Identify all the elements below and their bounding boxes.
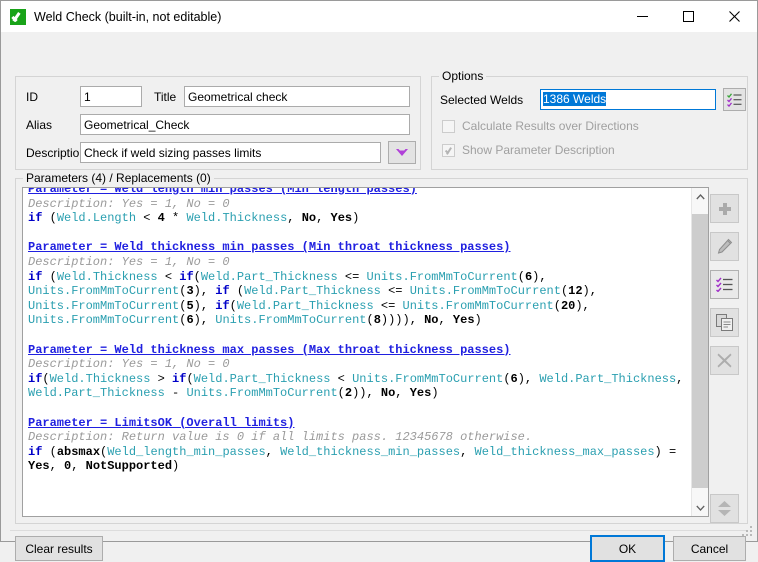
info-group: ID Title Alias Description (15, 76, 421, 170)
show-parameter-description-checkbox[interactable]: Show Parameter Description (442, 143, 615, 157)
code-line-expression: if (absmax(Weld_length_min_passes, Weld_… (28, 445, 687, 474)
options-group: Options Selected Welds 1386 Welds Calcul… (431, 76, 748, 170)
window-title: Weld Check (built-in, not editable) (34, 10, 619, 24)
pencil-icon (716, 238, 733, 255)
plus-icon (717, 201, 733, 217)
code-line-expression: if (Weld.Thickness < if(Weld.Part_Thickn… (28, 270, 687, 328)
code-line-description: Description: Yes = 1, No = 0 (28, 255, 687, 270)
maximize-button[interactable] (665, 1, 711, 32)
parameters-legend: Parameters (4) / Replacements (0) (23, 171, 214, 185)
show-parameter-description-label: Show Parameter Description (462, 143, 615, 157)
code-line-blank (28, 328, 687, 343)
select-list-icon (727, 93, 742, 107)
clear-results-button[interactable]: Clear results (15, 536, 103, 561)
scroll-up-button[interactable] (692, 188, 709, 205)
reorder-button[interactable] (710, 494, 739, 523)
chevron-up-icon (696, 194, 705, 200)
description-expand-button[interactable] (388, 141, 416, 164)
title-label: Title (154, 90, 176, 104)
green-check-icon (10, 9, 26, 25)
alias-label: Alias (26, 118, 52, 132)
checkbox-box (442, 144, 455, 157)
chevron-down-icon (395, 148, 409, 158)
delete-button[interactable] (710, 346, 739, 375)
dialog-body: ID Title Alias Description Options Selec… (1, 32, 757, 541)
id-label: ID (26, 90, 38, 104)
scroll-down-button[interactable] (692, 499, 709, 516)
code-line-description: Description: Return value is 0 if all li… (28, 430, 687, 445)
parameters-code-view[interactable]: Parameter = Weld length min passes (Min … (22, 187, 709, 517)
resize-grip[interactable] (742, 526, 754, 538)
ok-button[interactable]: OK (590, 535, 665, 562)
checkbox-box (442, 120, 455, 133)
copy-button[interactable] (710, 308, 739, 337)
code-line-parameter: Parameter = Weld thickness max passes (M… (28, 343, 687, 358)
list-button[interactable] (710, 270, 739, 299)
code-line-parameter: Parameter = Weld thickness min passes (M… (28, 240, 687, 255)
title-input[interactable] (184, 86, 410, 107)
minimize-button[interactable] (619, 1, 665, 32)
selected-welds-label: Selected Welds (440, 93, 523, 107)
select-welds-button[interactable] (723, 88, 746, 111)
description-input[interactable] (80, 142, 381, 163)
code-line-blank (28, 401, 687, 416)
add-button[interactable] (710, 194, 739, 223)
selected-welds-input[interactable]: 1386 Welds (540, 89, 716, 110)
title-bar: Weld Check (built-in, not editable) (1, 1, 757, 32)
code-line-description: Description: Yes = 1, No = 0 (28, 197, 687, 212)
footer-separator (10, 530, 748, 531)
options-legend: Options (439, 69, 486, 83)
calculate-over-directions-label: Calculate Results over Directions (462, 119, 639, 133)
close-button[interactable] (711, 1, 757, 32)
id-input[interactable] (80, 86, 142, 107)
up-down-arrows-icon (716, 500, 733, 517)
scrollbar-thumb[interactable] (692, 214, 709, 488)
code-vertical-scrollbar[interactable] (691, 188, 708, 516)
copy-icon (716, 314, 733, 331)
close-x-icon (717, 353, 732, 368)
weld-check-dialog: Weld Check (built-in, not editable) ID T… (0, 0, 758, 542)
calculate-over-directions-checkbox[interactable]: Calculate Results over Directions (442, 119, 639, 133)
code-line-description: Description: Yes = 1, No = 0 (28, 357, 687, 372)
list-icon (716, 277, 733, 292)
selected-welds-value: 1386 Welds (543, 92, 606, 106)
alias-input[interactable] (80, 114, 410, 135)
code-line-parameter: Parameter = Weld length min passes (Min … (28, 187, 687, 197)
code-line-expression: if(Weld.Thickness > if(Weld.Part_Thickne… (28, 372, 687, 401)
code-line-expression: if (Weld.Length < 4 * Weld.Thickness, No… (28, 211, 687, 226)
cancel-button[interactable]: Cancel (673, 536, 746, 561)
description-label: Description (26, 146, 86, 160)
code-text: Parameter = Weld length min passes (Min … (23, 187, 691, 476)
chevron-down-icon (696, 505, 705, 511)
caption-buttons (619, 1, 757, 32)
edit-button[interactable] (710, 232, 739, 261)
code-line-parameter: Parameter = LimitsOK (Overall limits) (28, 416, 687, 431)
code-line-blank (28, 226, 687, 241)
parameters-group: Parameters (4) / Replacements (0) Parame… (15, 178, 748, 524)
